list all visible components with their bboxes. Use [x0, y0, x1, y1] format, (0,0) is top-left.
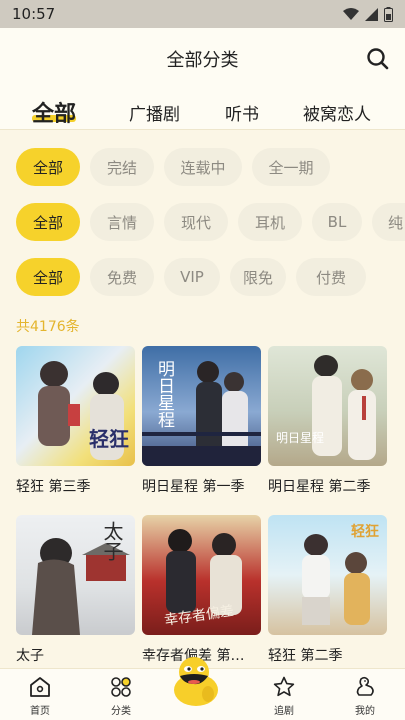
cover-title-art: 太子: [100, 521, 124, 561]
search-icon: [367, 48, 389, 70]
result-count: 共4176条: [16, 319, 80, 335]
drama-cover: 幸存者偏差: [142, 515, 261, 635]
category-tabs: 全部 广播剧 听书 被窝恋人: [0, 90, 405, 130]
drama-title: 轻狂 第二季: [268, 648, 343, 664]
tab-radio-drama[interactable]: 广播剧: [129, 100, 180, 125]
battery-icon: [384, 6, 393, 22]
category-icon: [111, 677, 131, 697]
nav-follow[interactable]: 追剧: [260, 675, 308, 717]
drama-card[interactable]: 轻狂 轻狂 第三季: [16, 346, 135, 495]
status-icons: [343, 6, 393, 22]
drama-card[interactable]: 明日星程 明日星程 第一季: [142, 346, 261, 495]
nav-category[interactable]: 分类: [97, 675, 145, 717]
signal-icon: [365, 7, 378, 21]
filter-price-limited-free[interactable]: 限免: [230, 258, 286, 296]
drama-title: 太子: [16, 648, 44, 664]
drama-cover: 轻狂: [268, 515, 387, 635]
profile-duck-icon: [356, 676, 374, 696]
drama-cover: 明日星程: [142, 346, 261, 466]
filter-genre-pure[interactable]: 纯: [372, 203, 405, 241]
filter-genre-headphones[interactable]: 耳机: [238, 203, 302, 241]
filter-status-completed[interactable]: 完结: [90, 148, 154, 186]
drama-cover: 轻狂: [16, 346, 135, 466]
status-bar: 10:57: [0, 0, 405, 28]
filter-genre-modern[interactable]: 现代: [164, 203, 228, 241]
drama-card[interactable]: 轻狂 轻狂 第二季: [268, 515, 387, 664]
tab-bedtime-lover[interactable]: 被窝恋人: [303, 100, 371, 125]
nav-home[interactable]: 首页: [16, 675, 64, 717]
filter-price-all[interactable]: 全部: [16, 258, 80, 296]
search-button[interactable]: [365, 46, 391, 72]
nav-profile-label: 我的: [355, 706, 375, 717]
cover-title-art: 轻狂: [351, 524, 379, 540]
filter-genre-all[interactable]: 全部: [16, 203, 80, 241]
drama-title: 明日星程 第一季: [142, 479, 245, 495]
nav-home-label: 首页: [30, 706, 50, 717]
filter-price-free[interactable]: 免费: [90, 258, 154, 296]
cover-title-art: 明日星程: [276, 431, 325, 445]
wifi-icon: [343, 8, 359, 20]
filter-price-vip[interactable]: VIP: [164, 258, 220, 296]
nav-category-label: 分类: [111, 706, 131, 717]
drama-card[interactable]: 明日星程 明日星程 第二季: [268, 346, 387, 495]
cover-illustration: [312, 355, 376, 460]
filter-status-all[interactable]: 全部: [16, 148, 80, 186]
price-filter-row: 全部 免费 VIP 限免 付费: [0, 258, 405, 298]
genre-filter-row: 全部 言情 现代 耳机 BL 纯: [0, 203, 405, 243]
filter-status-single-episode[interactable]: 全一期: [252, 148, 330, 186]
duck-mascot-icon[interactable]: [168, 652, 224, 710]
home-icon: [30, 677, 50, 697]
cover-title-art: 明日星程: [154, 360, 174, 428]
drama-title: 明日星程 第二季: [268, 479, 371, 495]
cover-title-art: 轻狂: [89, 427, 129, 451]
drama-card[interactable]: 幸存者偏差 幸存者偏差 第…: [142, 515, 261, 664]
tab-all[interactable]: 全部: [32, 96, 76, 128]
nav-follow-label: 追剧: [274, 706, 294, 717]
page-title: 全部分类: [166, 50, 239, 71]
drama-title: 轻狂 第三季: [16, 479, 91, 495]
drama-cover: 太子: [16, 515, 135, 635]
filter-price-paid[interactable]: 付费: [296, 258, 366, 296]
status-time: 10:57: [12, 5, 56, 23]
drama-card[interactable]: 太子 太子: [16, 515, 135, 664]
status-filter-row: 全部 完结 连载中 全一期: [0, 148, 405, 188]
page-header: 全部分类: [0, 28, 405, 90]
star-icon: [273, 676, 295, 697]
filter-genre-romance[interactable]: 言情: [90, 203, 154, 241]
filter-status-serializing[interactable]: 连载中: [164, 148, 242, 186]
filter-genre-bl[interactable]: BL: [312, 203, 362, 241]
tab-audiobook[interactable]: 听书: [225, 100, 259, 125]
nav-profile[interactable]: 我的: [341, 675, 389, 717]
drama-cover: 明日星程: [268, 346, 387, 466]
